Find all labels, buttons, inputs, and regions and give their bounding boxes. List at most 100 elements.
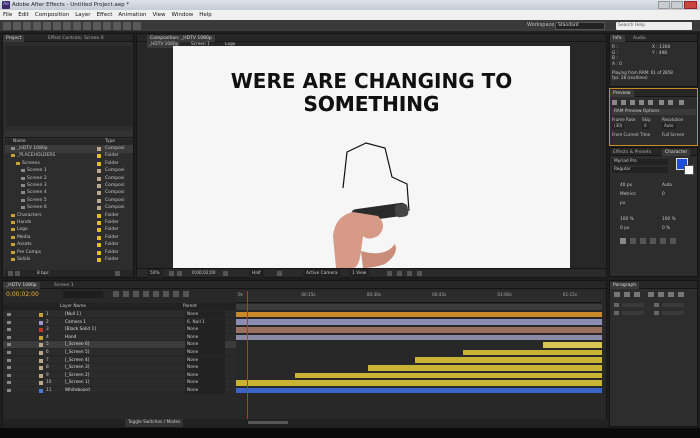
layer-name[interactable]: [_Screen 6] [65, 341, 89, 348]
layer-duration-bar[interactable] [236, 387, 602, 394]
timeline-track-area[interactable]: 0s 00:15s 00:30s 00:45s 01:00s 01:15s [236, 291, 602, 421]
loop-icon[interactable] [668, 100, 673, 105]
layer-duration-bar[interactable] [236, 311, 602, 318]
visibility-eye-icon[interactable] [7, 335, 11, 339]
tab-effects-presets[interactable]: Effects & Presets [610, 149, 654, 156]
label-color-swatch[interactable] [97, 147, 101, 151]
visibility-eye-icon[interactable] [7, 328, 11, 332]
label-color-swatch[interactable] [97, 191, 101, 196]
zoom-tool-icon[interactable] [23, 22, 31, 30]
resolution-select-preview[interactable]: Auto [662, 123, 676, 129]
layer-row[interactable]: 9 [_Screen 2] None [3, 371, 236, 380]
timeline-timecode[interactable]: 0;00;02;00 [6, 291, 39, 299]
pen-tool-icon[interactable] [73, 22, 81, 30]
hand-tool-icon[interactable] [13, 22, 21, 30]
column-layer-name[interactable]: Layer Name [60, 303, 86, 310]
menu-view[interactable]: View [149, 10, 168, 20]
layer-name[interactable]: [_Screen 4] [65, 357, 89, 364]
skip-select[interactable]: 0 [642, 123, 649, 129]
label-color-swatch[interactable] [97, 258, 101, 262]
baseline-shift-value[interactable]: 0 px [620, 225, 629, 233]
stroke-unit[interactable]: px [620, 200, 625, 208]
layer-parent-select[interactable]: None [185, 356, 225, 364]
layer-name[interactable]: [Null 1] [65, 311, 81, 318]
minimize-button[interactable] [658, 1, 670, 9]
justify-last-right-icon[interactable] [668, 292, 674, 297]
project-item[interactable]: Screen 2 Composi [5, 175, 133, 183]
project-item[interactable]: Screen 6 Composi [5, 204, 133, 212]
layer-name[interactable]: [_Screen 5] [65, 349, 89, 356]
justify-all-icon[interactable] [678, 292, 684, 297]
project-item[interactable]: Pre Comps Folder [5, 249, 133, 257]
kerning-value[interactable]: Metrics [620, 191, 636, 199]
menu-animation[interactable]: Animation [115, 10, 149, 20]
close-button[interactable] [684, 1, 697, 9]
project-search[interactable] [5, 131, 133, 138]
project-item[interactable]: _HDTV 1080p Composi [5, 145, 133, 153]
selection-tool-icon[interactable] [3, 22, 11, 30]
first-frame-icon[interactable] [612, 100, 617, 105]
viewer-timecode[interactable]: 0;00;02;00 [192, 269, 215, 278]
layer-name[interactable]: [_Screen 1] [65, 379, 89, 386]
new-folder-icon[interactable] [15, 271, 20, 276]
layer-parent-select[interactable]: 6. Null 1 [185, 318, 225, 326]
ram-preview-icon[interactable] [679, 100, 684, 105]
full-screen-checkbox[interactable]: Full Screen [662, 132, 684, 138]
snapshot-icon[interactable] [223, 271, 228, 276]
indent-right-field[interactable] [662, 303, 684, 307]
safe-margins-icon[interactable] [169, 271, 174, 276]
all-caps-icon[interactable] [640, 238, 646, 244]
layer-duration-bar[interactable] [294, 372, 602, 379]
label-color-swatch[interactable] [97, 250, 101, 255]
layer-parent-select[interactable]: None [185, 387, 225, 395]
project-item[interactable]: Screen 5 Composi [5, 197, 133, 205]
brainstorm-icon[interactable] [163, 291, 169, 297]
auto-keyframe-icon[interactable] [173, 291, 179, 297]
tab-preview[interactable]: Preview [610, 90, 634, 97]
layer-parent-select[interactable]: None [185, 349, 225, 357]
layer-name[interactable]: Camera 1 [65, 319, 86, 326]
menu-effect[interactable]: Effect [94, 10, 116, 20]
justify-last-center-icon[interactable] [658, 292, 664, 297]
layer-duration-bar[interactable] [236, 334, 602, 341]
from-current-time-checkbox[interactable]: From Current Time [612, 132, 650, 138]
project-item[interactable]: Screen 3 Composi [5, 182, 133, 190]
layer-name[interactable]: [_Screen 2] [65, 372, 89, 379]
roto-brush-tool-icon[interactable] [123, 22, 131, 30]
menu-file[interactable]: File [0, 10, 15, 20]
label-color-swatch[interactable] [97, 243, 101, 248]
layer-name[interactable]: [Black Solid 1] [65, 326, 96, 333]
text-tool-icon[interactable] [83, 22, 91, 30]
bit-depth[interactable]: 8 bpc [37, 270, 49, 277]
frame-rate-select[interactable]: (30) [612, 123, 625, 129]
menu-edit[interactable]: Edit [15, 10, 32, 20]
align-left-icon[interactable] [614, 292, 620, 297]
tracking-value[interactable]: 0 [662, 191, 665, 199]
audio-icon[interactable] [659, 100, 664, 105]
tab-info[interactable]: Info [610, 35, 625, 42]
justify-last-left-icon[interactable] [648, 292, 654, 297]
last-frame-icon[interactable] [648, 100, 653, 105]
font-style-select[interactable]: Regular [612, 167, 668, 173]
layer-duration-bar[interactable] [236, 327, 602, 333]
puppet-tool-icon[interactable] [133, 22, 141, 30]
tab-timeline-comp[interactable]: _HDTV 1080p [3, 282, 40, 289]
zoom-slider[interactable] [248, 421, 288, 424]
layer-label-swatch[interactable] [39, 358, 43, 363]
timeline-icon[interactable] [407, 271, 412, 276]
layer-parent-select[interactable]: None [185, 311, 225, 319]
frame-blending-icon[interactable] [143, 291, 149, 297]
subscript-icon[interactable] [670, 238, 676, 244]
layer-label-swatch[interactable] [39, 343, 43, 348]
region-of-interest-icon[interactable] [277, 271, 282, 276]
label-color-swatch[interactable] [97, 176, 101, 181]
workspace-select[interactable]: Standard [555, 22, 605, 30]
tab-character[interactable]: Character [662, 149, 691, 156]
motion-blur-icon[interactable] [153, 291, 159, 297]
visibility-eye-icon[interactable] [7, 366, 11, 370]
time-ruler[interactable]: 0s 00:15s 00:30s 00:45s 01:00s 01:15s [236, 291, 602, 303]
label-color-swatch[interactable] [97, 228, 101, 233]
play-icon[interactable] [630, 100, 635, 105]
layer-parent-select[interactable]: None [185, 333, 225, 342]
project-item[interactable]: Assets Folder [5, 241, 133, 249]
